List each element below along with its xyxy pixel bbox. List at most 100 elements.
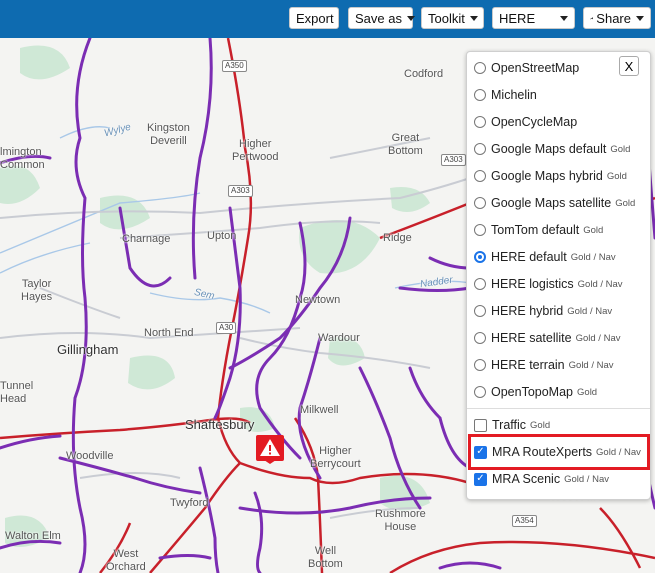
checkbox[interactable] [474,418,487,432]
place-label: Great Bottom [388,132,423,157]
layer-option-here-default[interactable]: HERE default Gold / Nav [474,247,616,267]
place-label: Rushmore House [375,508,426,533]
save-as-label: Save as [355,10,402,26]
toolkit-button[interactable]: Toolkit [421,7,484,29]
export-label: Export [296,10,334,26]
tier-badge: Gold / Nav [564,473,609,485]
layer-label: OpenTopoMap [491,385,574,399]
layer-label: HERE hybrid [491,304,564,318]
radio-button[interactable] [474,89,486,101]
place-label: Taylor Hayes [21,278,53,303]
save-as-button[interactable]: Save as [348,7,415,29]
road-shield: A354 [512,515,537,527]
layer-label: OpenCycleMap [491,115,578,129]
radio-button[interactable] [474,143,486,155]
layer-label: TomTom default [491,223,580,237]
export-button[interactable]: Export [289,7,339,29]
layer-option-here-logistics[interactable]: HERE logistics Gold / Nav [474,274,623,294]
radio-button[interactable] [474,197,486,209]
tier-badge: Gold [530,419,551,431]
place-label: Walton Elm [5,530,61,542]
chevron-down-icon [636,15,644,21]
place-label: Ridge [383,232,412,244]
layer-option-google-default[interactable]: Google Maps default Gold [474,139,630,159]
tier-badge: Gold [610,143,631,155]
road-shield: A303 [441,154,466,166]
layer-option-tomtom-default[interactable]: TomTom default Gold [474,220,603,240]
warning-marker[interactable] [256,435,284,464]
road-shield: A350 [222,60,247,72]
layer-option-openstreetmap[interactable]: OpenStreetMap [474,58,579,78]
layer-option-michelin[interactable]: Michelin [474,85,537,105]
radio-button[interactable] [474,278,486,290]
tier-badge: Gold / Nav [577,278,623,290]
layer-label: HERE satellite [491,331,572,345]
tier-badge: Gold / Nav [568,359,614,371]
layer-option-here-hybrid[interactable]: HERE hybrid Gold / Nav [474,301,612,321]
radio-button[interactable] [474,332,486,344]
layer-option-google-satellite[interactable]: Google Maps satellite Gold [474,193,635,213]
place-label: Twyford [170,497,209,509]
share-label: Share [596,10,631,26]
checkbox-checked[interactable]: ✓ [474,472,487,486]
radio-button[interactable] [474,386,486,398]
place-label: Well Bottom [308,545,343,570]
layer-option-opencyclemap[interactable]: OpenCycleMap [474,112,577,132]
place-label: Tunnel Head [0,380,34,405]
place-label: Higher Pertwood [232,138,279,163]
tier-badge: Gold [606,170,627,182]
tier-badge: Gold / Nav [575,332,621,344]
road-shield: A30 [216,322,237,334]
radio-button[interactable] [474,359,486,371]
map-provider-select[interactable]: HERE [492,7,575,29]
place-label: West Orchard [106,548,146,573]
layer-option-here-satellite[interactable]: HERE satellite Gold / Nav [474,328,620,348]
road-shield: A303 [228,185,253,197]
close-button[interactable]: X [619,56,639,76]
overlay-label: MRA Scenic [492,472,561,486]
place-label: Shaftesbury [185,417,255,432]
layer-option-here-terrain[interactable]: HERE terrain Gold / Nav [474,355,614,375]
tier-badge: Gold / Nav [570,251,616,263]
tier-badge: Gold [583,224,604,236]
place-label: Gillingham [57,342,119,357]
layer-label: Michelin [491,88,537,102]
layer-option-opentopomap[interactable]: OpenTopoMap Gold [474,382,597,402]
layer-label: OpenStreetMap [491,61,580,75]
radio-button[interactable] [474,305,486,317]
place-label: Kingston Deverill [147,122,190,147]
layer-label: Google Maps satellite [491,196,612,210]
place-label: Wardour [318,332,360,344]
overlay-option-traffic[interactable]: Traffic Gold [474,415,550,435]
radio-button-selected[interactable] [474,251,486,263]
layer-label: HERE terrain [491,358,565,372]
place-label: lmington Common [0,146,45,171]
radio-button[interactable] [474,170,486,182]
share-icon [590,16,594,20]
place-label: Higher Berrycourt [310,445,361,470]
place-label: Upton [207,230,237,242]
layer-option-google-hybrid[interactable]: Google Maps hybrid Gold [474,166,627,186]
place-label: Charnage [122,233,171,245]
radio-button[interactable] [474,224,486,236]
highlight-box [468,434,650,470]
radio-button[interactable] [474,116,486,128]
toolkit-label: Toolkit [428,10,465,26]
overlay-option-mra-scenic[interactable]: ✓ MRA Scenic Gold / Nav [474,469,609,489]
place-label: Newtown [295,294,341,306]
place-label: Codford [404,68,444,80]
map-provider-value: HERE [499,10,536,26]
tier-badge: Gold [615,197,636,209]
layer-switcher-panel: X OpenStreetMap Michelin OpenCycleMap Go… [466,51,651,500]
overlay-label: Traffic [492,418,527,432]
place-label: Milkwell [300,404,339,416]
layer-label: Google Maps hybrid [491,169,603,183]
radio-button[interactable] [474,62,486,74]
place-label: North End [144,327,194,339]
tier-badge: Gold / Nav [567,305,613,317]
chevron-down-icon [406,15,415,21]
share-button[interactable]: Share [583,7,651,29]
chevron-down-icon [469,15,478,21]
top-toolbar: Export Save as Toolkit HERE Share [0,0,655,38]
chevron-down-icon [560,15,568,21]
